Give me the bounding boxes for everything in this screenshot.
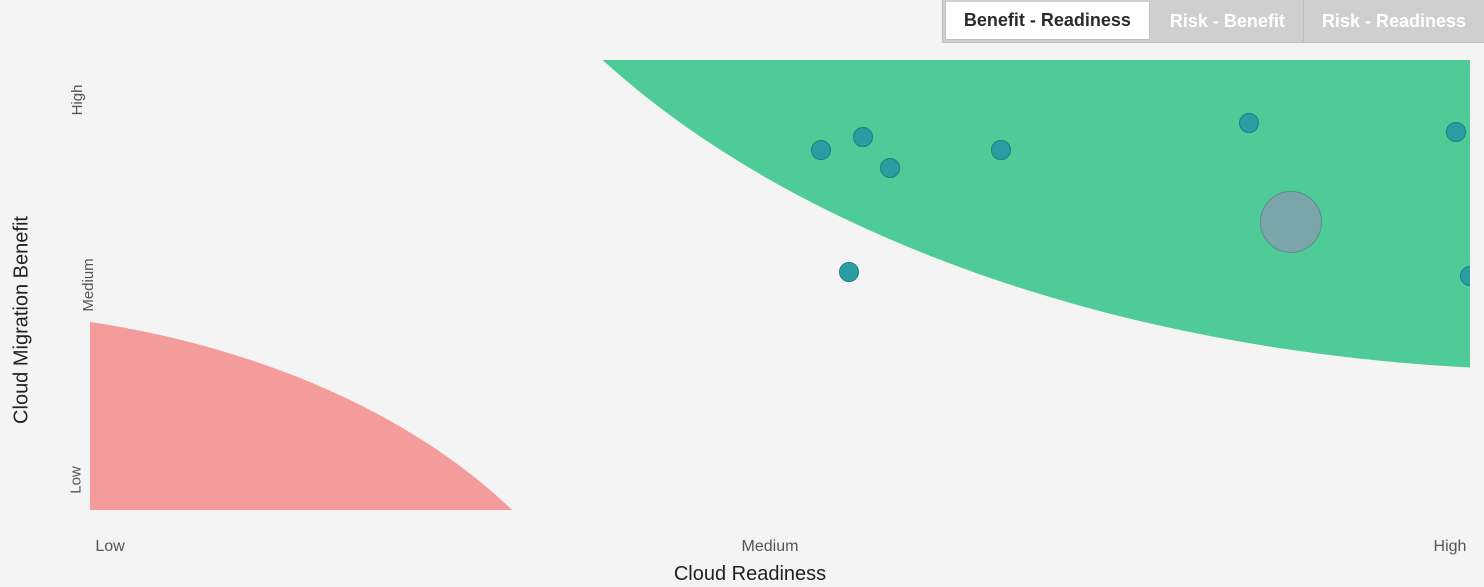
tab-risk-benefit[interactable]: Risk - Benefit [1152,0,1304,42]
x-tick-medium: Medium [742,538,799,556]
y-axis-label: Cloud Migration Benefit [11,216,34,424]
data-point[interactable] [1239,113,1259,133]
view-tabs: Benefit - Readiness Risk - Benefit Risk … [942,0,1484,43]
x-tick-low: Low [95,538,124,556]
y-tick-high: High [69,85,86,116]
data-point[interactable] [853,127,873,147]
tab-risk-readiness[interactable]: Risk - Readiness [1304,0,1484,42]
y-tick-low: Low [67,466,84,494]
data-point[interactable] [839,262,859,282]
data-point[interactable] [880,158,900,178]
plot-area [90,60,1470,510]
data-point[interactable] [1260,191,1322,253]
x-tick-high: High [1434,538,1467,556]
band-pink [90,310,630,510]
x-axis-label: Cloud Readiness [674,563,826,586]
data-point[interactable] [1446,122,1466,142]
tab-benefit-readiness[interactable]: Benefit - Readiness [945,2,1150,40]
data-point[interactable] [811,140,831,160]
scatter-chart: Cloud Migration Benefit Cloud Readiness … [30,60,1470,580]
data-point[interactable] [991,140,1011,160]
